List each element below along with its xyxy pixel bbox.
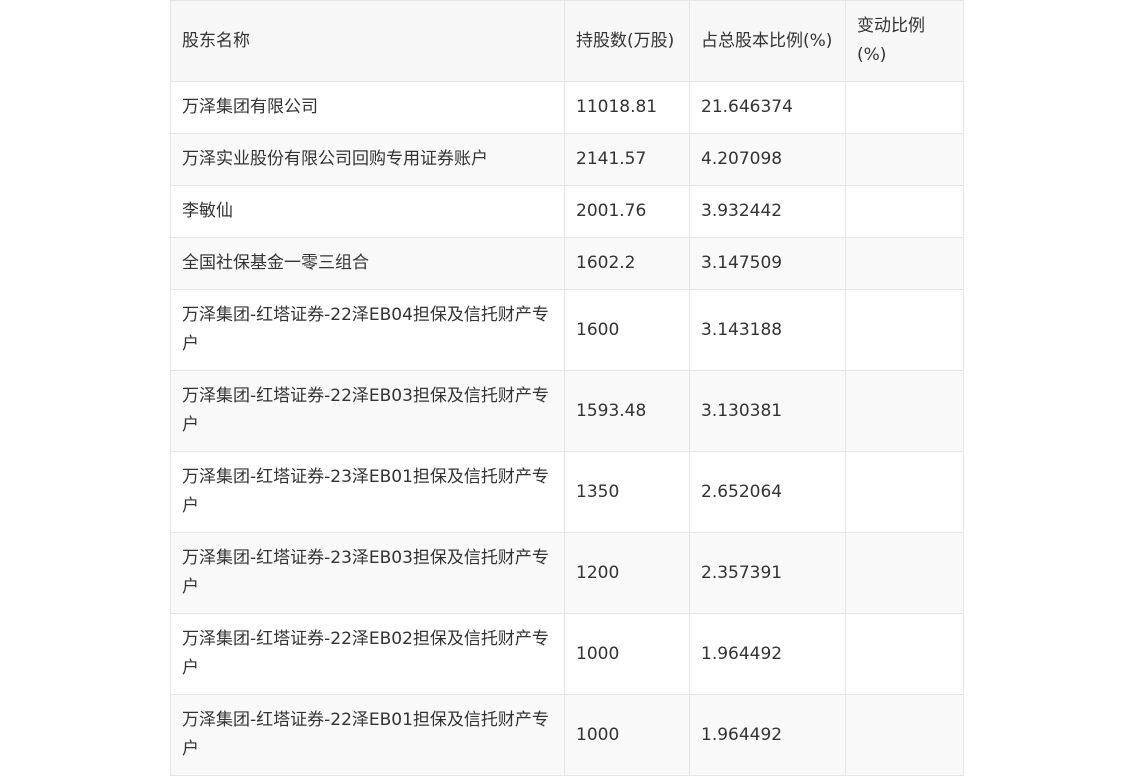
table-row: 万泽集团-红塔证券-23泽EB03担保及信托财产专户 1200 2.357391 [170, 532, 964, 614]
cell-name: 李敏仙 [170, 185, 565, 238]
table-row: 万泽集团-红塔证券-22泽EB03担保及信托财产专户 1593.48 3.130… [170, 370, 964, 452]
shareholder-table-container: 股东名称 持股数(万股) 占总股本比例(%) 变动比例(%) 万泽集团有限公司 … [170, 0, 964, 776]
header-row: 股东名称 持股数(万股) 占总股本比例(%) 变动比例(%) [170, 0, 964, 82]
cell-ratio: 2.357391 [689, 532, 846, 614]
table-row: 万泽实业股份有限公司回购专用证券账户 2141.57 4.207098 [170, 133, 964, 186]
header-shares: 持股数(万股) [564, 0, 690, 82]
cell-ratio: 1.964492 [689, 694, 846, 776]
cell-ratio: 1.964492 [689, 613, 846, 695]
cell-change [845, 81, 964, 134]
cell-shares: 1602.2 [564, 237, 690, 290]
cell-change [845, 451, 964, 533]
table-header: 股东名称 持股数(万股) 占总股本比例(%) 变动比例(%) [170, 0, 964, 82]
cell-change [845, 133, 964, 186]
cell-ratio: 21.646374 [689, 81, 846, 134]
cell-ratio: 3.130381 [689, 370, 846, 452]
table-row: 万泽集团有限公司 11018.81 21.646374 [170, 81, 964, 134]
cell-ratio: 3.147509 [689, 237, 846, 290]
table-row: 万泽集团-红塔证券-22泽EB01担保及信托财产专户 1000 1.964492 [170, 694, 964, 776]
cell-shares: 1593.48 [564, 370, 690, 452]
cell-name: 万泽集团有限公司 [170, 81, 565, 134]
shareholder-table: 股东名称 持股数(万股) 占总股本比例(%) 变动比例(%) 万泽集团有限公司 … [170, 0, 964, 776]
cell-change [845, 237, 964, 290]
table-row: 万泽集团-红塔证券-23泽EB01担保及信托财产专户 1350 2.652064 [170, 451, 964, 533]
cell-shares: 1200 [564, 532, 690, 614]
cell-change [845, 532, 964, 614]
table-row: 万泽集团-红塔证券-22泽EB04担保及信托财产专户 1600 3.143188 [170, 289, 964, 371]
cell-name: 万泽实业股份有限公司回购专用证券账户 [170, 133, 565, 186]
cell-shares: 1000 [564, 613, 690, 695]
cell-name: 万泽集团-红塔证券-22泽EB01担保及信托财产专户 [170, 694, 565, 776]
cell-shares: 1350 [564, 451, 690, 533]
cell-ratio: 3.932442 [689, 185, 846, 238]
cell-change [845, 289, 964, 371]
table-row: 全国社保基金一零三组合 1602.2 3.147509 [170, 237, 964, 290]
cell-name: 万泽集团-红塔证券-22泽EB02担保及信托财产专户 [170, 613, 565, 695]
cell-name: 全国社保基金一零三组合 [170, 237, 565, 290]
cell-change [845, 613, 964, 695]
cell-shares: 2141.57 [564, 133, 690, 186]
cell-shares: 11018.81 [564, 81, 690, 134]
cell-change [845, 694, 964, 776]
table-body: 万泽集团有限公司 11018.81 21.646374 万泽实业股份有限公司回购… [170, 81, 964, 776]
header-change: 变动比例(%) [845, 0, 964, 82]
cell-name: 万泽集团-红塔证券-22泽EB04担保及信托财产专户 [170, 289, 565, 371]
cell-name: 万泽集团-红塔证券-22泽EB03担保及信托财产专户 [170, 370, 565, 452]
cell-shares: 1600 [564, 289, 690, 371]
header-shareholder-name: 股东名称 [170, 0, 565, 82]
table-row: 万泽集团-红塔证券-22泽EB02担保及信托财产专户 1000 1.964492 [170, 613, 964, 695]
cell-ratio: 2.652064 [689, 451, 846, 533]
cell-shares: 2001.76 [564, 185, 690, 238]
cell-shares: 1000 [564, 694, 690, 776]
header-ratio: 占总股本比例(%) [689, 0, 846, 82]
cell-name: 万泽集团-红塔证券-23泽EB01担保及信托财产专户 [170, 451, 565, 533]
cell-change [845, 370, 964, 452]
table-row: 李敏仙 2001.76 3.932442 [170, 185, 964, 238]
cell-ratio: 3.143188 [689, 289, 846, 371]
cell-ratio: 4.207098 [689, 133, 846, 186]
cell-name: 万泽集团-红塔证券-23泽EB03担保及信托财产专户 [170, 532, 565, 614]
cell-change [845, 185, 964, 238]
